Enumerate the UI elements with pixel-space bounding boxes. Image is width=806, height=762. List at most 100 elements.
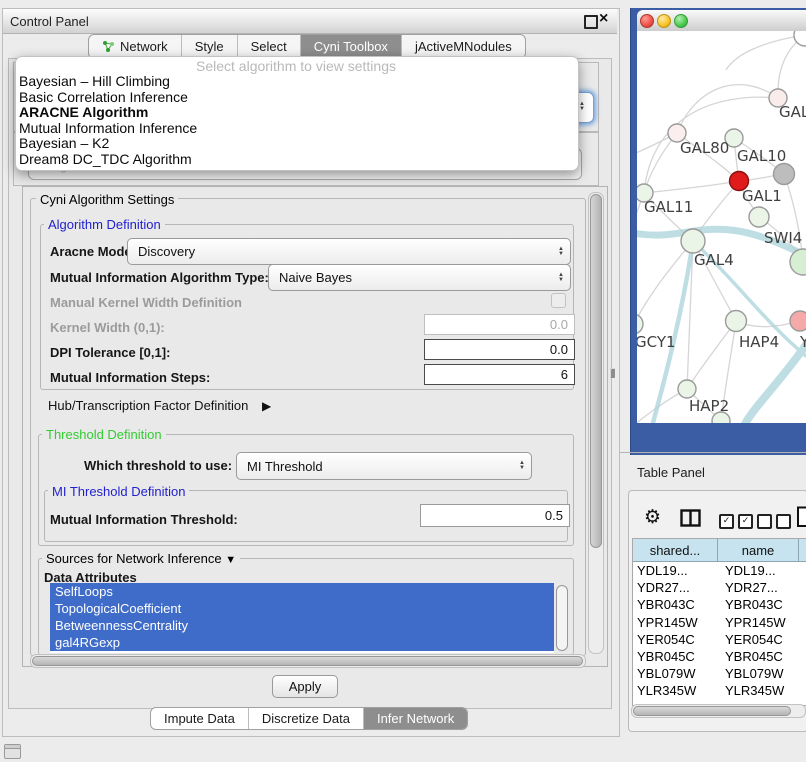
network-node-gcy1[interactable] [637, 314, 643, 334]
mi-steps-label: Mutual Information Steps: [50, 370, 210, 385]
node-label-gal1: GAL1 [742, 187, 782, 205]
bottom-tab-bar: Impute Data Discretize Data Infer Network [150, 707, 468, 730]
chevron-updown-icon: ▲▼ [513, 461, 531, 471]
chevron-down-icon: ▼ [225, 554, 236, 566]
network-node[interactable] [774, 164, 795, 185]
close-traffic-light-icon[interactable] [640, 14, 654, 28]
table-body: YDL19...YDL19...13YDR27...YDR27...12YBR0… [633, 562, 806, 703]
network-node[interactable] [749, 207, 769, 227]
table-horizontal-scrollbar-thumb[interactable] [633, 706, 791, 716]
float-window-icon[interactable] [584, 15, 598, 29]
table-row[interactable]: YIL052CYIL052C9 [633, 700, 806, 704]
algorithm-option-aracne-algorithm[interactable]: ARACNE Algorithm [16, 105, 574, 121]
apply-button[interactable]: Apply [272, 675, 338, 698]
dpi-tolerance-label: DPI Tolerance [0,1]: [50, 345, 170, 360]
mi-threshold-label: Mutual Information Threshold: [50, 512, 238, 527]
document-icon[interactable] [796, 506, 806, 528]
kernel-width-field[interactable]: 0.0 [424, 314, 575, 335]
mi-type-value: Naive Bayes [269, 270, 552, 285]
table-row[interactable]: YPR145WYPR145W9. [633, 614, 806, 631]
manual-kernel-checkbox[interactable] [551, 293, 566, 308]
select-all-checkboxes-icon[interactable]: ✓✓ [719, 514, 753, 529]
node-label-gal7: GAL7 [779, 103, 806, 121]
node-label-swi4: SWI4 [764, 229, 802, 247]
tab-label: Infer Network [377, 711, 454, 726]
table-panel-title: Table Panel [637, 465, 705, 480]
sources-toggle[interactable]: Sources for Network Inference ▼ [42, 551, 240, 566]
attribute-item-gal4rgexp[interactable]: gal4RGexp [50, 634, 554, 651]
network-icon [102, 40, 115, 53]
bottom-tab-infer-network[interactable]: Infer Network [363, 708, 467, 729]
mi-threshold-field[interactable]: 0.5 [420, 504, 570, 527]
network-node-gal4[interactable] [681, 229, 705, 253]
column-header-name[interactable]: name [718, 539, 799, 562]
algorithm-dropdown-items: Bayesian – Hill ClimbingBasic Correlatio… [16, 74, 574, 167]
tab-cyni-toolbox[interactable]: Cyni Toolbox [300, 35, 401, 58]
bottom-tab-discretize-data[interactable]: Discretize Data [248, 708, 363, 729]
attributes-list-scrollbar[interactable] [556, 585, 568, 651]
aracne-mode-combo[interactable]: Discovery ▲▼ [127, 238, 571, 265]
gear-icon[interactable]: ⚙ [644, 506, 661, 528]
network-node-y[interactable] [790, 311, 806, 331]
table-cell: YPR145W [721, 615, 805, 630]
attribute-item-betweennesscentrality[interactable]: BetweennessCentrality [50, 617, 554, 634]
tab-style[interactable]: Style [181, 35, 237, 58]
which-threshold-label: Which threshold to use: [84, 458, 232, 473]
control-panel-title: Control Panel [10, 14, 89, 29]
settings-horizontal-scrollbar-thumb[interactable] [32, 656, 583, 666]
dpi-tolerance-field[interactable]: 0.0 [424, 339, 575, 360]
table-header-row: shared...nameA [633, 539, 806, 562]
table-cell: YPR145W [633, 615, 721, 630]
split-pane-grip[interactable] [610, 368, 615, 378]
settings-vertical-scrollbar-thumb[interactable] [590, 194, 602, 548]
attribute-item-topologicalcoefficient[interactable]: TopologicalCoefficient [50, 600, 554, 617]
table-row[interactable]: YBR043CYBR043C [633, 596, 806, 613]
table-cell: YBL079W [721, 666, 805, 681]
table-row[interactable]: YLR345WYLR345W9. [633, 682, 806, 699]
table-cell: YDR27... [721, 580, 805, 595]
minimize-traffic-light-icon[interactable] [657, 14, 671, 28]
zoom-traffic-light-icon[interactable] [674, 14, 688, 28]
data-attributes-list: SelfLoopsTopologicalCoefficientBetweenne… [50, 583, 554, 653]
network-node-labels: GAL7GAL80GAL10GAL1GAL11SWI4GAL4GCY1HAP4Y… [637, 103, 806, 415]
table-row[interactable]: YDR27...YDR27...12 [633, 579, 806, 596]
hub-definition-toggle[interactable]: Hub/Transcription Factor Definition ▶ [48, 398, 271, 413]
algorithm-option-bayesian-k2[interactable]: Bayesian – K2 [16, 136, 574, 152]
algorithm-option-mutual-information-inference[interactable]: Mutual Information Inference [16, 121, 574, 137]
table-row[interactable]: YDL19...YDL19...13 [633, 562, 806, 579]
tab-jactivemnodules[interactable]: jActiveMNodules [401, 35, 525, 58]
aracne-mode-value: Discovery [128, 244, 552, 259]
tab-label: Select [251, 39, 287, 54]
node-label-hap2: HAP2 [689, 397, 729, 415]
mi-steps-field[interactable]: 6 [424, 364, 575, 385]
deselect-all-checkboxes-icon[interactable] [757, 514, 791, 529]
node-label-gal4: GAL4 [694, 251, 734, 269]
table-row[interactable]: YER054CYER054C8. [633, 631, 806, 648]
tab-label: Discretize Data [262, 711, 350, 726]
table-cell: YBR045C [721, 649, 805, 664]
network-node-hap2[interactable] [678, 380, 696, 398]
table-row[interactable]: YBL079WYBL079W [633, 665, 806, 682]
mi-type-combo[interactable]: Naive Bayes ▲▼ [268, 264, 571, 291]
algorithm-option-dream8-dc-tdc-algorithm[interactable]: Dream8 DC_TDC Algorithm [16, 152, 574, 168]
algorithm-option-bayesian-hill-climbing[interactable]: Bayesian – Hill Climbing [16, 74, 574, 90]
algorithm-option-basic-correlation-inference[interactable]: Basic Correlation Inference [16, 90, 574, 106]
tab-select[interactable]: Select [237, 35, 300, 58]
which-threshold-combo[interactable]: MI Threshold ▲▼ [236, 452, 532, 480]
threshold-definition-title: Threshold Definition [42, 427, 166, 442]
node-label-gal10: GAL10 [737, 147, 786, 165]
tab-network[interactable]: Network [89, 35, 181, 58]
column-header-shared-[interactable]: shared... [633, 539, 718, 562]
bottom-tab-impute-data[interactable]: Impute Data [151, 708, 248, 729]
network-canvas[interactable]: GAL7GAL80GAL10GAL1GAL11SWI4GAL4GCY1HAP4Y… [637, 31, 806, 423]
table-row[interactable]: YBR045CYBR045C9. [633, 648, 806, 665]
close-icon[interactable]: × [599, 10, 608, 28]
attribute-item-selfloops[interactable]: SelfLoops [50, 583, 554, 600]
panel-dock-icon[interactable] [4, 744, 21, 759]
hub-definition-label: Hub/Transcription Factor Definition [48, 398, 248, 413]
network-node-hap4[interactable] [726, 311, 747, 332]
table-panel-divider [620, 452, 806, 453]
split-panel-icon[interactable] [680, 509, 701, 527]
column-header-a[interactable]: A [799, 539, 806, 562]
table-cell: YER054C [721, 632, 805, 647]
